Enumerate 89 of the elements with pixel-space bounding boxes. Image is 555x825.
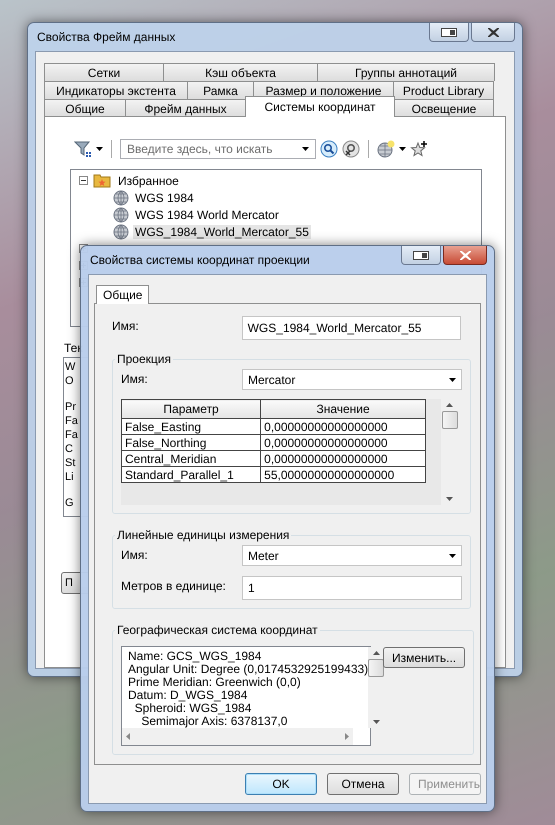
details-line: O [65,374,74,388]
tab[interactable]: Сетки [44,63,164,81]
tab[interactable]: Общие [44,99,126,117]
field-label: Метров в единице: [121,578,227,593]
table-cell: Central_Meridian [122,450,261,466]
units-dropdown[interactable]: Meter [242,545,462,566]
globe-icon [113,206,129,222]
scroll-thumb[interactable] [442,411,458,429]
field-label: Имя: [121,547,149,562]
search-field[interactable]: Введите здесь, что искать [120,139,316,159]
text-line: Datum: D_WGS_1984 [128,689,248,702]
details-line: Pr [65,400,76,414]
scroll-right-icon[interactable] [345,733,349,740]
restore-button[interactable] [401,246,441,265]
column-header[interactable]: Значение [260,400,426,418]
tab[interactable]: Освещение [394,99,494,117]
projection-dropdown[interactable]: Mercator [242,369,462,390]
text-line: Prime Meridian: Greenwich (0,0) [128,676,301,689]
folder-star-icon [93,173,111,188]
details-line: St [65,456,76,470]
details-line: G [65,496,74,510]
text-line: Name: GCS_WGS_1984 [128,650,262,663]
field-label: Имя: [121,371,149,386]
close-icon [460,250,470,260]
caret-icon [302,147,309,151]
dialog-button[interactable]: OK [245,773,317,795]
table-cell: 0,00000000000000000 [260,450,426,466]
scroll-down-icon[interactable] [372,720,380,724]
tree-item[interactable]: WGS 1984 World Mercator [133,208,281,222]
window-icon [413,250,429,260]
caret-icon [449,554,456,558]
tab[interactable]: Product Library [393,81,494,99]
table-cell: False_Easting [122,418,261,434]
tree-item[interactable]: WGS_1984_World_Mercator_55 [133,224,311,238]
window-icon [441,28,457,36]
tab[interactable]: Системы координат [245,96,395,117]
close-button[interactable] [443,246,487,265]
tab[interactable]: Группы аннотаций [317,63,495,81]
table-cell: 0,00000000000000000 [260,418,426,434]
caret-icon [96,147,103,151]
tab[interactable]: Индикаторы экстента [44,81,188,99]
group-title: Проекция [116,352,172,366]
details-line: Li [65,470,74,484]
table-cell: Standard_Parallel_1 [122,466,261,482]
tree-item[interactable]: Избранное [116,174,181,188]
text-line: Semimajor Axis: 6378137,0 [141,715,288,728]
field-label: Имя: [112,318,140,333]
table-cell: 0,00000000000000000 [260,434,426,450]
tab[interactable]: Рамка [187,81,254,99]
details-line: C [65,442,73,456]
close-icon [488,28,498,36]
details-line: Fa [65,414,78,428]
clear-search-icon[interactable] [342,140,360,158]
dialog-button[interactable]: Отмена [327,773,399,795]
star-plus-icon[interactable] [410,140,428,158]
details-line: Fa [65,428,78,442]
caret-icon [399,147,406,151]
scroll-up-icon[interactable] [446,403,453,407]
filter-icon[interactable] [74,140,92,158]
scroll-down-icon[interactable] [446,497,453,501]
restore-button[interactable] [429,23,469,42]
tab[interactable]: Фрейм данных [125,99,246,117]
group-title: Географическая система координат [116,623,319,637]
globe-icon [113,224,129,240]
tree-item[interactable]: WGS 1984 [133,190,196,204]
horizontal-scrollbar[interactable] [122,728,353,745]
globe-icon[interactable] [377,140,395,158]
scroll-up-icon[interactable] [372,651,380,655]
window-title: Свойства системы координат проекции [89,253,310,267]
tab[interactable]: Общие [96,285,150,304]
tab[interactable]: Кэш объекта [163,63,318,81]
table-cell: 55,00000000000000000 [260,466,426,482]
change-button[interactable]: Изменить... [383,647,466,668]
text-line: Angular Unit: Degree (0,0174532925199433) [128,663,368,676]
name-field[interactable]: WGS_1984_World_Mercator_55 [242,316,461,340]
details-line: W [65,360,76,374]
table-cell: False_Northing [122,434,261,450]
search-icon[interactable] [320,140,338,158]
globe-icon [113,190,129,206]
meters-field[interactable]: 1 [242,576,462,600]
caret-icon [449,378,456,382]
scroll-left-icon[interactable] [126,733,130,740]
scroll-thumb[interactable] [368,659,384,677]
text-line: Spheroid: WGS_1984 [134,702,252,715]
group-title: Линейные единицы измерения [116,528,290,542]
collapse-icon[interactable] [79,176,88,185]
window-title: Свойства Фрейм данных [36,30,176,44]
column-header[interactable]: Параметр [122,400,261,418]
close-button[interactable] [471,23,515,42]
